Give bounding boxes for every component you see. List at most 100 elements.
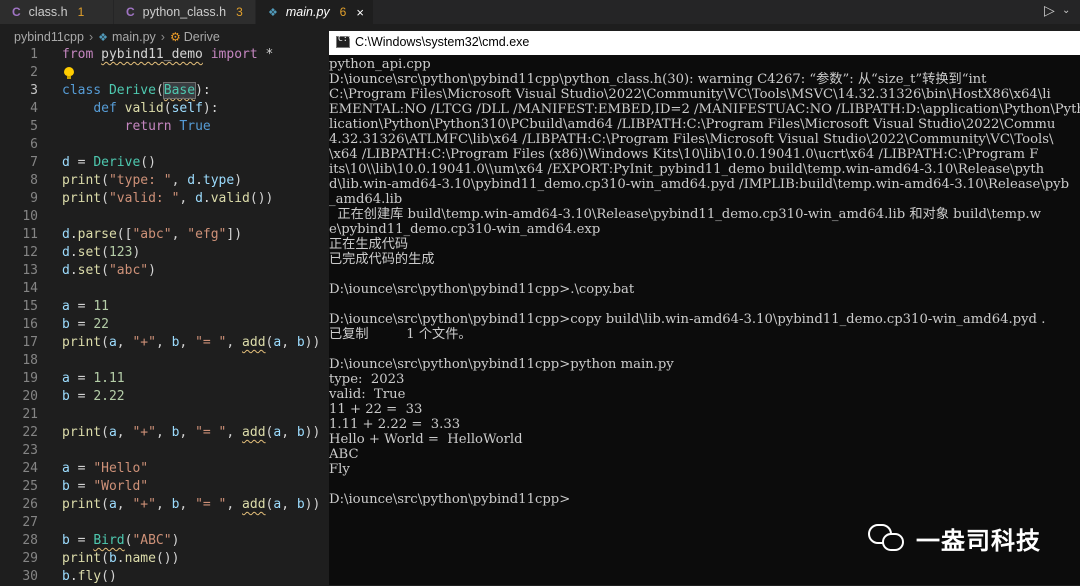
token: a xyxy=(62,461,70,476)
token: 2.22 xyxy=(93,389,125,404)
code-line[interactable]: 14 xyxy=(0,280,330,298)
token: . xyxy=(116,551,125,566)
code-line[interactable]: 7 d = Derive() xyxy=(0,154,330,172)
token: print xyxy=(62,425,102,440)
tab-main-py[interactable]: ❖ main.py 6 × xyxy=(256,0,374,24)
console-line: python_api.cpp xyxy=(329,57,431,72)
code-editor[interactable]: 1 from pybind11_demo import * 2 3 class De… xyxy=(0,46,330,585)
token: "type: " xyxy=(108,173,172,188)
code-line[interactable]: 16 b = 22 xyxy=(0,316,330,334)
code-line[interactable]: 12 d.set(123) xyxy=(0,244,330,262)
token: = xyxy=(69,371,94,386)
close-tab-icon[interactable]: × xyxy=(356,5,364,20)
code-line[interactable]: 25 b = "World" xyxy=(0,478,330,496)
token: b xyxy=(62,569,70,584)
console-line: type: 2023 xyxy=(329,372,405,387)
breadcrumb-symbol[interactable]: Derive xyxy=(184,30,220,44)
run-icon[interactable]: ▷ xyxy=(1044,3,1055,19)
cmd-title-bar[interactable]: C:\ C:\Windows\system32\cmd.exe xyxy=(329,31,1080,55)
token: , xyxy=(179,497,196,512)
code-text: print("type: ", d.type) xyxy=(62,172,242,190)
console-line: 1.11 + 2.22 = 3.33 xyxy=(329,417,461,432)
console-line: ABC xyxy=(329,447,359,462)
token: , xyxy=(226,497,243,512)
tab-class-h[interactable]: C class.h 1 xyxy=(0,0,114,24)
code-line[interactable]: 23 xyxy=(0,442,330,460)
token: a xyxy=(62,299,70,314)
token: name xyxy=(124,551,156,566)
code-line[interactable]: 28 b = Bird("ABC") xyxy=(0,532,330,550)
code-line[interactable]: 26 print(a, "+", b, "= ", add(a, b)) xyxy=(0,496,330,514)
token: def xyxy=(93,101,117,116)
console-line: lication\Python\Python310\PCbuild\amd64 … xyxy=(329,117,1056,132)
code-line[interactable]: 27 xyxy=(0,514,330,532)
code-line[interactable]: 1 from pybind11_demo import * xyxy=(0,46,330,64)
token: ) xyxy=(234,173,243,188)
python-icon: ❖ xyxy=(268,6,278,19)
token: = xyxy=(69,479,94,494)
line-number: 13 xyxy=(22,263,38,278)
breadcrumb-file[interactable]: main.py xyxy=(112,30,156,44)
code-line[interactable]: 19 a = 1.11 xyxy=(0,370,330,388)
code-line[interactable]: 22 print(a, "+", b, "= ", add(a, b)) xyxy=(0,424,330,442)
code-line[interactable]: 29 print(b.name()) xyxy=(0,550,330,568)
code-line[interactable]: 5 return True xyxy=(0,118,330,136)
token: ( xyxy=(101,497,109,512)
code-line[interactable]: 2 xyxy=(0,64,330,82)
code-line[interactable]: 15 a = 11 xyxy=(0,298,330,316)
token: a xyxy=(108,425,117,440)
token: "= " xyxy=(195,497,227,512)
token: ()) xyxy=(249,191,274,206)
line-number: 18 xyxy=(22,353,38,368)
code-line[interactable]: 9 print("valid: ", d.valid()) xyxy=(0,190,330,208)
code-text: d.parse(["abc", "efg"]) xyxy=(62,226,242,244)
console-line: 4.32.31326\ATLMFC\lib\x64 /LIBPATH:C:\Pr… xyxy=(329,132,1054,147)
token: True xyxy=(179,119,211,134)
console-line: D:\iounce\src\python\pybind11cpp\python_… xyxy=(329,72,987,87)
line-number: 2 xyxy=(30,65,38,80)
line-number: 22 xyxy=(22,425,38,440)
token: "abc" xyxy=(108,263,149,278)
code-line[interactable]: 21 xyxy=(0,406,330,424)
code-line[interactable]: 30 b.fly() xyxy=(0,568,330,586)
token: ([ xyxy=(116,227,133,242)
token: )) xyxy=(304,497,321,512)
code-line[interactable]: 3 class Derive(Base): xyxy=(0,82,330,100)
line-number: 19 xyxy=(22,371,38,386)
code-line[interactable]: 10 xyxy=(0,208,330,226)
code-line[interactable]: 18 xyxy=(0,352,330,370)
line-number: 25 xyxy=(22,479,38,494)
token: parse xyxy=(77,227,117,242)
code-line[interactable]: 4 def valid(self): xyxy=(0,100,330,118)
code-text: print(a, "+", b, "= ", add(a, b)) xyxy=(62,424,320,442)
code-line[interactable]: 8 print("type: ", d.type) xyxy=(0,172,330,190)
token: , xyxy=(116,335,133,350)
code-line[interactable]: 11 d.parse(["abc", "efg"]) xyxy=(0,226,330,244)
class-symbol-icon: ⚙ xyxy=(169,30,181,44)
code-line[interactable]: 20 b = 2.22 xyxy=(0,388,330,406)
code-line[interactable]: 6 xyxy=(0,136,330,154)
tab-label: main.py xyxy=(285,5,330,19)
tab-python-class-h[interactable]: C python_class.h 3 xyxy=(114,0,256,24)
chevron-down-icon[interactable]: ⌄ xyxy=(1062,5,1070,16)
line-number: 9 xyxy=(30,191,38,206)
lightbulb-icon[interactable] xyxy=(64,67,74,79)
cmd-window[interactable]: C:\ C:\Windows\system32\cmd.exe python_a… xyxy=(329,31,1080,585)
token: . xyxy=(69,569,78,584)
token: = xyxy=(69,461,94,476)
token: "World" xyxy=(93,479,149,494)
line-number: 14 xyxy=(22,281,38,296)
token: ) xyxy=(171,533,180,548)
token: set xyxy=(77,245,102,260)
token: print xyxy=(62,497,102,512)
problem-count-badge: 1 xyxy=(77,5,85,19)
code-line[interactable]: 24 a = "Hello" xyxy=(0,460,330,478)
token: ): xyxy=(195,83,211,98)
breadcrumb-folder[interactable]: pybind11cpp xyxy=(14,30,84,44)
code-text: def valid(self): xyxy=(62,100,218,118)
line-number: 23 xyxy=(22,443,38,458)
token: a xyxy=(273,335,282,350)
code-line[interactable]: 13 d.set("abc") xyxy=(0,262,330,280)
code-line[interactable]: 17 print(a, "+", b, "= ", add(a, b)) xyxy=(0,334,330,352)
